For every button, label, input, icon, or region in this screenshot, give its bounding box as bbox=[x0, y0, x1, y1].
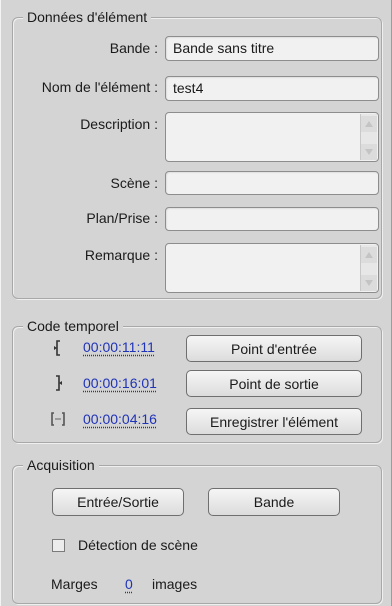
comment-label: Remarque : bbox=[84, 247, 158, 263]
description-textarea[interactable] bbox=[165, 112, 379, 162]
capture-in-out-button[interactable]: Entrée/Sortie bbox=[52, 488, 184, 516]
in-point-bracket-icon bbox=[50, 338, 66, 358]
tape-label: Bande : bbox=[109, 40, 158, 56]
mark-in-button[interactable]: Point d'entrée bbox=[186, 335, 362, 362]
description-label: Description : bbox=[80, 116, 158, 132]
shot-label: Plan/Prise : bbox=[86, 210, 158, 226]
scene-label: Scène : bbox=[110, 175, 158, 191]
scroll-down-arrow-icon[interactable] bbox=[361, 275, 377, 291]
scroll-down-arrow-icon[interactable] bbox=[361, 144, 377, 160]
scene-detect-label: Détection de scène bbox=[78, 537, 198, 553]
shot-field[interactable] bbox=[165, 207, 379, 231]
log-panel: Données d'élément Bande : Bande sans tit… bbox=[0, 0, 392, 606]
scroll-up-arrow-icon[interactable] bbox=[361, 116, 377, 132]
scene-field[interactable] bbox=[165, 171, 379, 195]
description-scrollbar[interactable] bbox=[360, 114, 377, 160]
out-point-timecode[interactable]: 00:00:16:01 bbox=[83, 375, 157, 391]
mark-out-button[interactable]: Point de sortie bbox=[186, 370, 362, 397]
tape-field[interactable]: Bande sans titre bbox=[165, 36, 379, 61]
log-clip-button[interactable]: Enregistrer l'élément bbox=[186, 408, 362, 435]
duration-brackets-icon bbox=[48, 409, 68, 429]
item-data-group-title: Données d'élément bbox=[23, 8, 152, 26]
handles-value[interactable]: 0 bbox=[125, 576, 133, 592]
handles-label: Marges bbox=[51, 576, 98, 592]
scroll-up-arrow-icon[interactable] bbox=[361, 247, 377, 263]
out-point-bracket-icon bbox=[50, 373, 66, 393]
duration-timecode[interactable]: 00:00:04:16 bbox=[83, 411, 157, 427]
capture-group-title: Acquisition bbox=[23, 456, 99, 474]
capture-tape-button[interactable]: Bande bbox=[208, 488, 340, 516]
comment-scrollbar[interactable] bbox=[360, 245, 377, 291]
item-name-field[interactable]: test4 bbox=[165, 76, 379, 101]
item-name-label: Nom de l'élément : bbox=[41, 79, 158, 95]
comment-textarea[interactable] bbox=[165, 243, 379, 293]
handles-unit-label: images bbox=[152, 576, 198, 592]
in-point-timecode[interactable]: 00:00:11:11 bbox=[83, 339, 155, 355]
timecode-group-title: Code temporel bbox=[23, 317, 123, 335]
scene-detect-checkbox[interactable] bbox=[52, 539, 65, 552]
